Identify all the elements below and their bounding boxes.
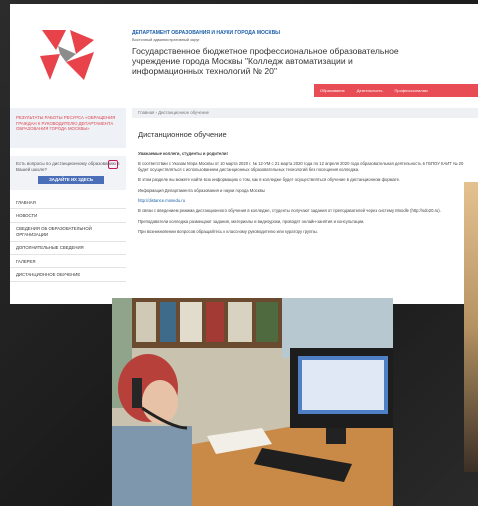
sidebar-results-link[interactable]: РЕЗУЛЬТАТЫ РАБОТЫ РЕСУРСА «ОБРАЩЕНИЯ ГРА… bbox=[10, 108, 126, 148]
nav-item-activity[interactable]: Деятельность bbox=[351, 88, 389, 93]
breadcrumb[interactable]: Главная › Дистанционное обучение bbox=[132, 108, 478, 118]
main-content: Главная › Дистанционное обучение Дистанц… bbox=[132, 108, 478, 304]
sidebar-item-gallery[interactable]: ГАЛЕРЕЯ bbox=[10, 255, 126, 269]
side-person-image bbox=[464, 182, 478, 472]
paragraph: В соответствии с Указом Мэра Москвы от 1… bbox=[138, 161, 464, 172]
nav-item-professionals[interactable]: Профессионалам bbox=[389, 88, 434, 93]
ask-question-button[interactable]: ЗАДАЙТЕ ИХ ЗДЕСЬ bbox=[38, 176, 104, 184]
chat-icon bbox=[108, 160, 118, 169]
paragraph: При возникновении вопросов обращайтесь к… bbox=[138, 229, 318, 235]
sidebar-item-additional-info[interactable]: ДОПОЛНИТЕЛЬНЫЕ СВЕДЕНИЯ bbox=[10, 242, 126, 256]
sidebar-menu: ГЛАВНАЯ НОВОСТИ СВЕДЕНИЯ ОБ ОБРАЗОВАТЕЛЬ… bbox=[10, 196, 126, 282]
site-header: ДЕПАРТАМЕНТ ОБРАЗОВАНИЯ И НАУКИ ГОРОДА М… bbox=[10, 4, 478, 104]
ask-question-text: Есть вопросы по дистанционному образован… bbox=[16, 161, 120, 172]
organization-name: Государственное бюджетное профессиональн… bbox=[132, 46, 399, 76]
nav-item-education[interactable]: Образование bbox=[314, 88, 351, 93]
paragraph: В связи с введением режима дистанционног… bbox=[138, 208, 441, 214]
greeting: Уважаемые коллеги, студенты и родители! bbox=[138, 151, 228, 156]
sidebar-item-home[interactable]: ГЛАВНАЯ bbox=[10, 196, 126, 210]
paragraph: Преподаватели колледжа размещают задания… bbox=[138, 218, 365, 224]
teacher-at-computer-photo bbox=[112, 298, 393, 506]
sidebar-item-distance-learning[interactable]: ДИСТАНЦИОННОЕ ОБУЧЕНИЕ bbox=[10, 268, 126, 282]
sidebar-item-news[interactable]: НОВОСТИ bbox=[10, 209, 126, 223]
distance-link[interactable]: http://distance.mosedu.ru bbox=[138, 198, 472, 203]
article-body: Уважаемые коллеги, студенты и родители! … bbox=[138, 151, 472, 235]
sidebar: РЕЗУЛЬТАТЫ РАБОТЫ РЕСУРСА «ОБРАЩЕНИЯ ГРА… bbox=[10, 108, 126, 304]
department-subtitle: Восточный административный округ bbox=[132, 37, 200, 42]
department-title: ДЕПАРТАМЕНТ ОБРАЗОВАНИЯ И НАУКИ ГОРОДА М… bbox=[132, 30, 281, 36]
college-website-page: ДЕПАРТАМЕНТ ОБРАЗОВАНИЯ И НАУКИ ГОРОДА М… bbox=[10, 4, 478, 304]
sidebar-item-org-info[interactable]: СВЕДЕНИЯ ОБ ОБРАЗОВАТЕЛЬНОЙ ОРГАНИЗАЦИИ bbox=[10, 223, 126, 242]
college-logo-icon[interactable] bbox=[36, 26, 100, 84]
page-title: Дистанционное обучение bbox=[138, 130, 227, 139]
ask-question-block: Есть вопросы по дистанционному образован… bbox=[10, 156, 126, 190]
paragraph: В этом разделе вы можете найти всю инфор… bbox=[138, 177, 401, 183]
paragraph: Информация Департамента образования и на… bbox=[138, 187, 265, 193]
top-navigation: Образование Деятельность Профессионалам bbox=[314, 84, 478, 97]
